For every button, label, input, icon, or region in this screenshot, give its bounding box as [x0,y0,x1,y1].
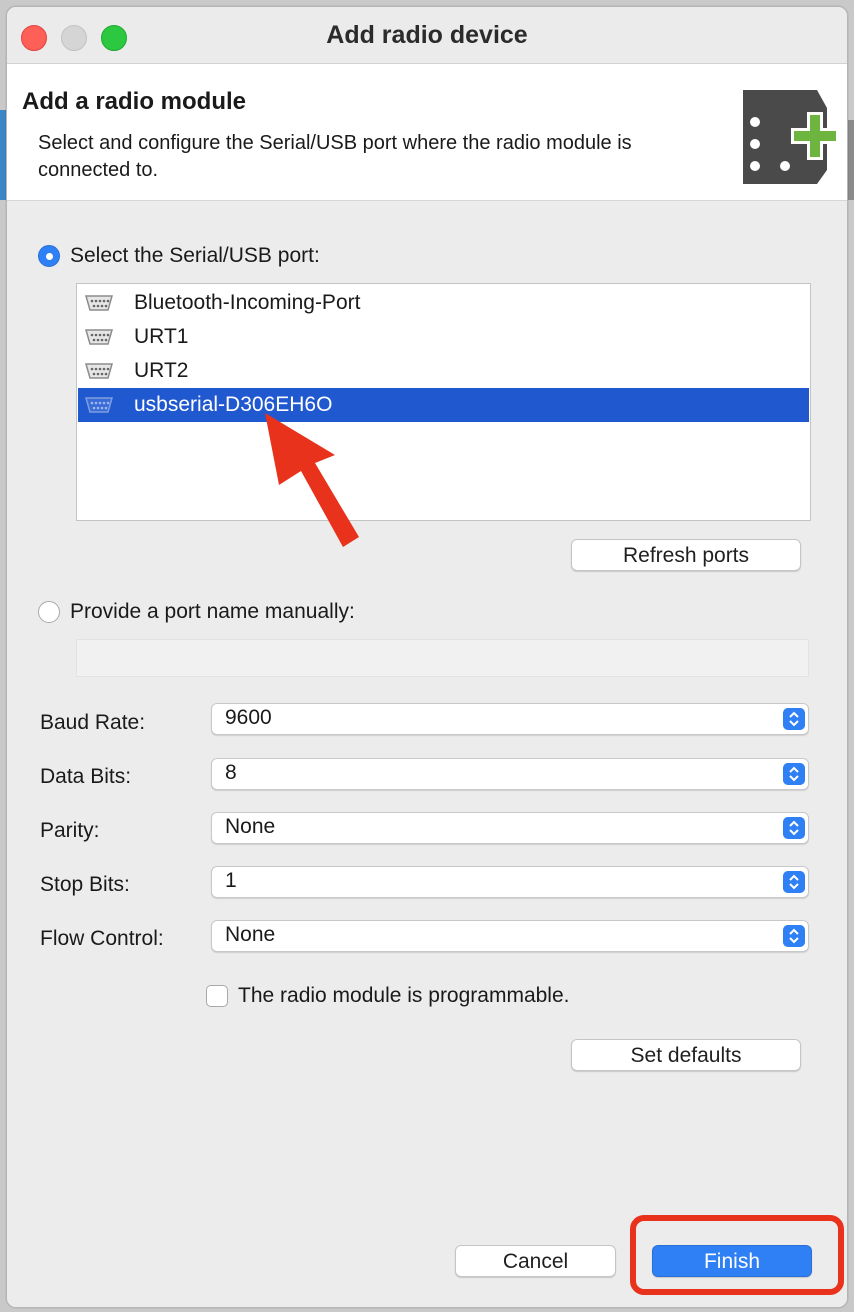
flow-control-value: None [225,923,276,946]
parity-label: Parity: [40,819,100,842]
refresh-ports-button[interactable]: Refresh ports [571,539,801,571]
parity-select[interactable]: None [211,812,809,844]
chevron-updown-icon [783,708,805,730]
chevron-updown-icon [783,817,805,839]
port-list[interactable]: Bluetooth-Incoming-Port URT1 URT2 usbser… [76,283,811,521]
serial-port-radio[interactable] [38,245,60,267]
data-bits-value: 8 [225,761,237,784]
radio-module-add-icon [743,90,839,184]
manual-port-radio[interactable] [38,601,60,623]
port-name: Bluetooth-Incoming-Port [134,291,361,314]
chevron-updown-icon [783,925,805,947]
title-bar: Add radio device [7,7,847,64]
cancel-button[interactable]: Cancel [455,1245,616,1277]
list-item[interactable]: URT1 [78,320,809,354]
serial-port-icon [85,397,113,413]
baud-rate-value: 9600 [225,706,272,729]
serial-port-icon [85,329,113,345]
flow-control-select[interactable]: None [211,920,809,952]
baud-rate-label: Baud Rate: [40,711,146,734]
serial-port-icon [85,295,113,311]
serial-port-icon [85,363,113,379]
data-bits-label: Data Bits: [40,765,132,788]
stop-bits-label: Stop Bits: [40,873,130,896]
manual-port-input[interactable] [76,639,809,677]
manual-port-radio-label: Provide a port name manually: [70,600,355,623]
dialog-content: Select the Serial/USB port: Bluetooth-In… [7,201,847,1307]
dialog-header: Add a radio module Select and configure … [7,64,847,201]
list-item[interactable]: URT2 [78,354,809,388]
data-bits-select[interactable]: 8 [211,758,809,790]
set-defaults-button[interactable]: Set defaults [571,1039,801,1071]
programmable-label: The radio module is programmable. [238,984,570,1007]
chevron-updown-icon [783,871,805,893]
flow-control-label: Flow Control: [40,927,164,950]
list-item-selected[interactable]: usbserial-D306EH6O [78,388,809,422]
serial-port-radio-label: Select the Serial/USB port: [70,244,320,267]
stop-bits-value: 1 [225,869,237,892]
parity-value: None [225,815,276,838]
baud-rate-select[interactable]: 9600 [211,703,809,735]
port-name: URT2 [134,359,189,382]
programmable-checkbox[interactable] [206,985,228,1007]
finish-button[interactable]: Finish [652,1245,812,1277]
port-name: URT1 [134,325,189,348]
list-item[interactable]: Bluetooth-Incoming-Port [78,286,809,320]
stop-bits-select[interactable]: 1 [211,866,809,898]
port-name: usbserial-D306EH6O [134,393,333,416]
chevron-updown-icon [783,763,805,785]
page-title: Add a radio module [22,88,247,115]
window-title: Add radio device [326,21,528,49]
page-description: Select and configure the Serial/USB port… [38,132,632,181]
add-radio-device-dialog: Add radio device Add a radio module Sele… [6,6,848,1308]
